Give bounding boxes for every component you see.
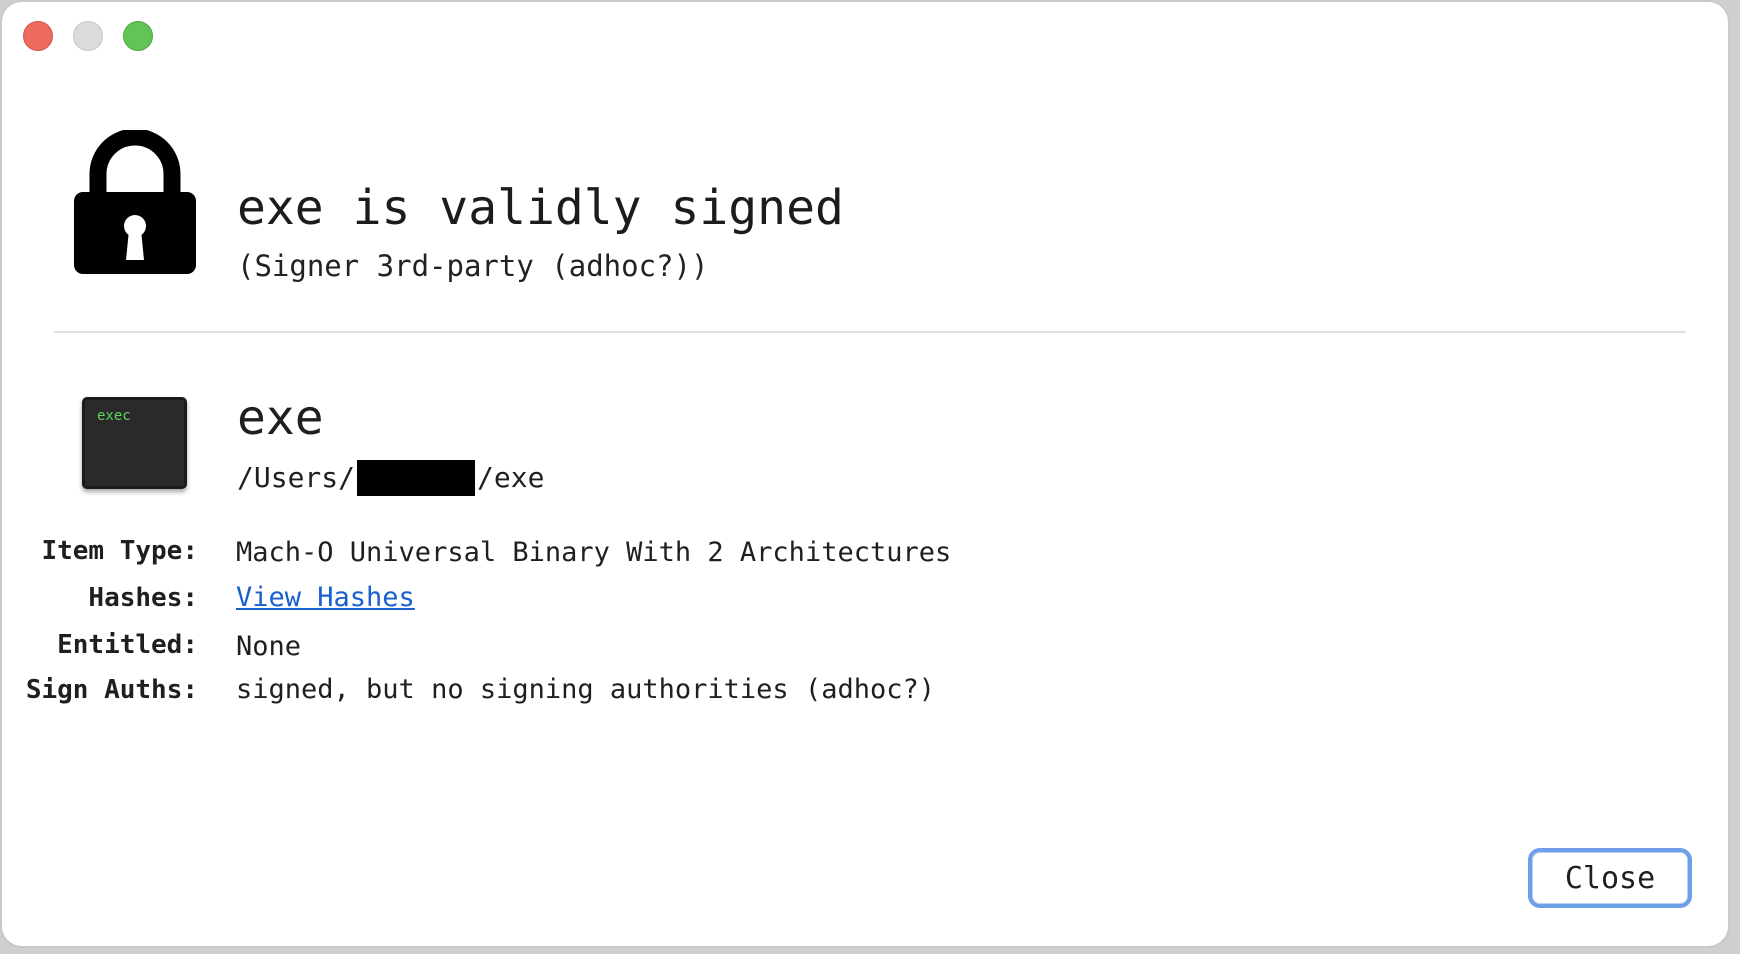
sign-auths-value: signed, but no signing authorities (adho…	[236, 674, 935, 705]
item-type-label: Item Type:	[41, 536, 198, 566]
close-button[interactable]: Close	[1528, 848, 1692, 908]
signature-status-title: exe is validly signed	[237, 180, 844, 236]
file-path-prefix: /Users/	[237, 461, 356, 494]
redacted-username	[357, 460, 476, 496]
exec-icon-label: exec	[97, 408, 131, 424]
file-name: exe	[237, 390, 324, 446]
item-type-value: Mach-O Universal Binary With 2 Architect…	[236, 537, 952, 568]
file-path-suffix: /exe	[477, 461, 545, 494]
exec-terminal-icon: exec	[82, 397, 187, 489]
file-path: /Users/ /exe	[237, 460, 544, 496]
hashes-label: Hashes:	[88, 583, 198, 613]
window-minimize-control[interactable]	[73, 21, 103, 51]
signature-info-window: exe is validly signed (Signer 3rd-party …	[0, 0, 1730, 948]
signer-subtitle: (Signer 3rd-party (adhoc?))	[237, 249, 709, 283]
view-hashes-link[interactable]: View Hashes	[236, 582, 415, 614]
entitled-label: Entitled:	[57, 630, 198, 660]
window-zoom-control[interactable]	[123, 21, 153, 51]
window-close-control[interactable]	[23, 21, 53, 51]
lock-icon	[74, 130, 196, 274]
entitled-value: None	[236, 631, 302, 662]
section-divider	[54, 331, 1686, 333]
sign-auths-label: Sign Auths:	[25, 675, 198, 705]
